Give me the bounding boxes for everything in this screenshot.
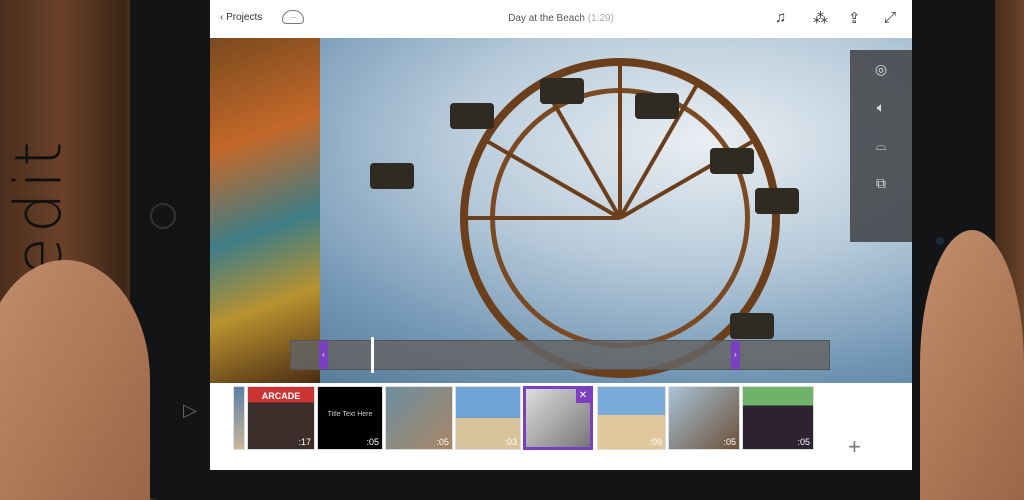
top-bar: ‹ Projects ... Day at the Beach (1:29) ♫…: [210, 0, 912, 38]
clip-duration: :05: [797, 437, 810, 447]
spoke: [465, 216, 620, 220]
clip-thumbnail[interactable]: ARCADE :17: [247, 386, 315, 450]
overlay-icon[interactable]: ⧉: [850, 164, 912, 202]
title-text: Day at the Beach: [508, 13, 585, 24]
car-speed-icon[interactable]: ⌓: [850, 126, 912, 164]
clip-thumbnail[interactable]: :05: [668, 386, 740, 450]
project-duration: (1:29): [587, 13, 614, 24]
left-hand: [0, 260, 150, 500]
clip-duration: :05: [366, 437, 379, 447]
right-hand: [920, 230, 1024, 500]
gondola: [450, 103, 494, 129]
trim-start-handle[interactable]: ‹: [319, 341, 328, 369]
camera: [936, 237, 944, 245]
clip-thumbnail[interactable]: :05: [742, 386, 814, 450]
playhead[interactable]: [371, 337, 374, 373]
clip-duration: :05: [436, 437, 449, 447]
clip-thumbnail[interactable]: :05: [385, 386, 453, 450]
clip-duration: :17: [298, 437, 311, 447]
aperture-icon[interactable]: ◎: [850, 50, 912, 88]
carousel-image: [210, 38, 320, 383]
gondola: [710, 148, 754, 174]
side-tools-panel: ◎ 🔈︎ ⌓ ⧉: [850, 50, 912, 242]
clip-duration: :09: [649, 437, 662, 447]
home-button[interactable]: [150, 203, 176, 229]
video-preview[interactable]: [210, 38, 912, 383]
magic-wand-icon[interactable]: ⁂: [813, 9, 828, 27]
expand-icon[interactable]: ⤢: [884, 9, 896, 26]
gondola: [730, 313, 774, 339]
clip-thumbnail[interactable]: [233, 386, 245, 450]
clip-label: Title Text Here: [327, 411, 373, 418]
gondola: [540, 78, 584, 104]
edit-logo: edit: [2, 137, 77, 277]
gondola: [635, 93, 679, 119]
add-clip-button[interactable]: +: [848, 434, 861, 460]
trim-end-handle[interactable]: ›: [731, 341, 740, 369]
trim-scrubber[interactable]: ‹ ›: [290, 337, 830, 373]
clip-thumbnail[interactable]: :03: [455, 386, 521, 450]
speaker-icon[interactable]: 🔈︎: [850, 88, 912, 126]
clip-label: ARCADE: [261, 391, 301, 401]
share-icon[interactable]: ⇪: [848, 9, 861, 27]
gondola: [755, 188, 799, 214]
play-icon[interactable]: ▷: [183, 400, 197, 421]
spoke: [618, 63, 622, 218]
gondola: [370, 163, 414, 189]
remove-clip-icon[interactable]: ✕: [576, 389, 590, 403]
clip-thumbnail[interactable]: Title Text Here :05: [317, 386, 383, 450]
music-icon[interactable]: ♫: [775, 9, 786, 26]
clip-thumbnail[interactable]: :09: [597, 386, 666, 450]
selected-clip[interactable]: ✕: [523, 386, 593, 450]
clip-duration: :05: [723, 437, 736, 447]
clip-duration: :03: [504, 437, 517, 447]
project-title: Day at the Beach (1:29): [210, 13, 912, 24]
